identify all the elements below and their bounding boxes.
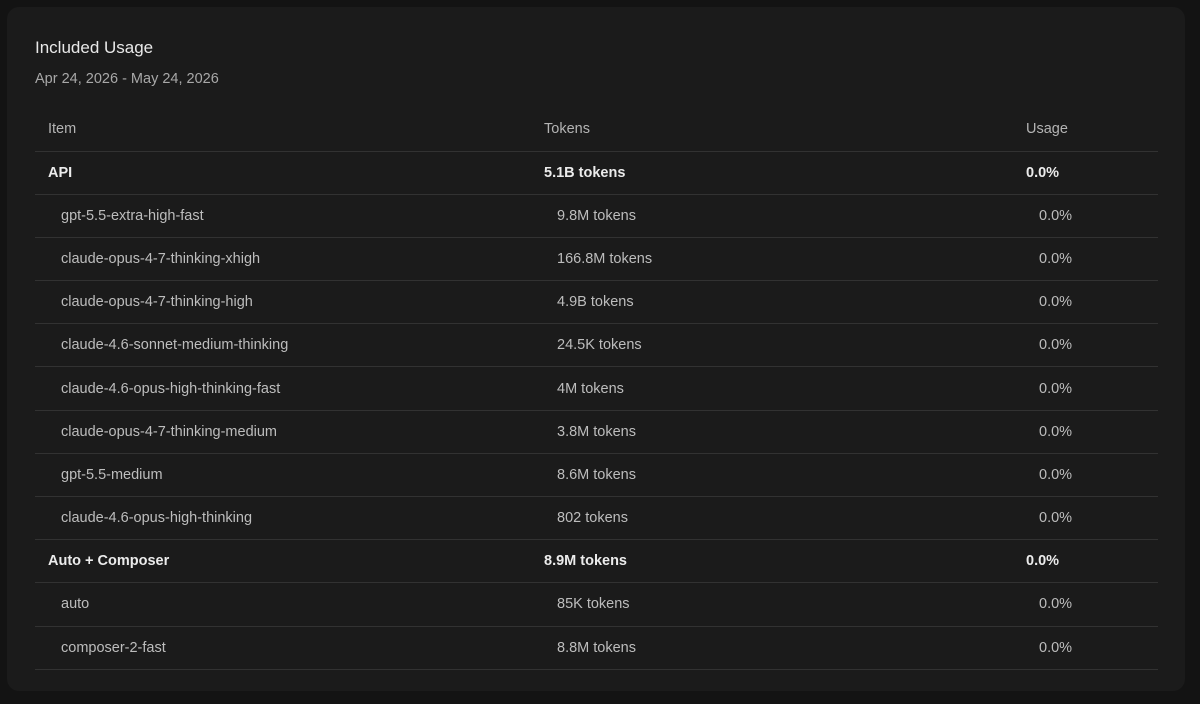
- table-row: gpt-5.5-medium 8.6M tokens 0.0%: [35, 454, 1158, 497]
- column-header-item: Item: [48, 120, 77, 137]
- row-tokens: 8.6M tokens: [557, 466, 636, 483]
- row-usage: 0.0%: [1039, 510, 1073, 527]
- row-item: claude-4.6-opus-high-thinking: [61, 510, 253, 527]
- row-tokens: 802 tokens: [557, 510, 628, 527]
- row-item: claude-opus-4-7-thinking-xhigh: [61, 250, 261, 267]
- row-item: auto: [61, 596, 90, 613]
- row-tokens: 3.8M tokens: [557, 423, 636, 440]
- row-tokens: 4M tokens: [557, 380, 624, 397]
- table-row: auto 85K tokens 0.0%: [35, 583, 1158, 627]
- usage-table: Item Tokens Usage API 5.1B tokens 0.0% g…: [35, 107, 1158, 670]
- table-row: claude-4.6-opus-high-thinking 802 tokens…: [35, 497, 1158, 541]
- column-header-usage: Usage: [1026, 120, 1068, 137]
- table-row: composer-2-fast 8.8M tokens 0.0%: [35, 627, 1158, 670]
- date-range: Apr 24, 2026 - May 24, 2026: [35, 71, 219, 87]
- table-header-row: Item Tokens Usage: [35, 107, 1158, 152]
- table-row: claude-opus-4-7-thinking-high 4.9B token…: [35, 281, 1158, 325]
- row-usage: 0.0%: [1039, 466, 1073, 483]
- row-tokens: 166.8M tokens: [557, 250, 653, 267]
- row-usage: 0.0%: [1039, 207, 1073, 224]
- table-row: claude-opus-4-7-thinking-xhigh 166.8M to…: [35, 238, 1158, 282]
- row-tokens: 4.9B tokens: [557, 294, 634, 311]
- row-tokens: 9.8M tokens: [557, 207, 636, 224]
- row-tokens: 8.8M tokens: [557, 639, 636, 656]
- row-usage: 0.0%: [1039, 423, 1073, 440]
- row-usage: 0.0%: [1039, 294, 1073, 311]
- row-item: API: [48, 164, 73, 181]
- row-usage: 0.0%: [1026, 553, 1060, 570]
- table-row-group: Auto + Composer 8.9M tokens 0.0%: [35, 540, 1158, 584]
- row-usage: 0.0%: [1039, 337, 1073, 354]
- table-row-group: API 5.1B tokens 0.0%: [35, 152, 1158, 195]
- row-item: claude-4.6-sonnet-medium-thinking: [61, 337, 289, 354]
- table-row: claude-4.6-sonnet-medium-thinking 24.5K …: [35, 324, 1158, 368]
- row-item: gpt-5.5-medium: [61, 466, 163, 483]
- table-row: claude-4.6-opus-high-thinking-fast 4M to…: [35, 367, 1158, 411]
- row-usage: 0.0%: [1039, 639, 1073, 656]
- row-item: gpt-5.5-extra-high-fast: [61, 207, 204, 224]
- included-usage-card: Included Usage Apr 24, 2026 - May 24, 20…: [7, 7, 1185, 691]
- row-item: claude-opus-4-7-thinking-medium: [61, 423, 277, 440]
- row-item: claude-4.6-opus-high-thinking-fast: [61, 380, 281, 397]
- table-row: gpt-5.5-extra-high-fast 9.8M tokens 0.0%: [35, 195, 1158, 238]
- row-tokens: 85K tokens: [557, 596, 630, 613]
- table-row: claude-opus-4-7-thinking-medium 3.8M tok…: [35, 411, 1158, 454]
- row-tokens: 8.9M tokens: [544, 553, 627, 570]
- row-tokens: 24.5K tokens: [557, 337, 642, 354]
- row-item: claude-opus-4-7-thinking-high: [61, 294, 253, 311]
- column-header-tokens: Tokens: [544, 120, 590, 137]
- row-item: Auto + Composer: [48, 553, 170, 570]
- row-usage: 0.0%: [1039, 250, 1073, 267]
- row-usage: 0.0%: [1039, 380, 1073, 397]
- card-title: Included Usage: [35, 38, 154, 57]
- row-usage: 0.0%: [1039, 596, 1073, 613]
- row-tokens: 5.1B tokens: [544, 164, 626, 181]
- row-usage: 0.0%: [1026, 164, 1060, 181]
- row-item: composer-2-fast: [61, 639, 166, 656]
